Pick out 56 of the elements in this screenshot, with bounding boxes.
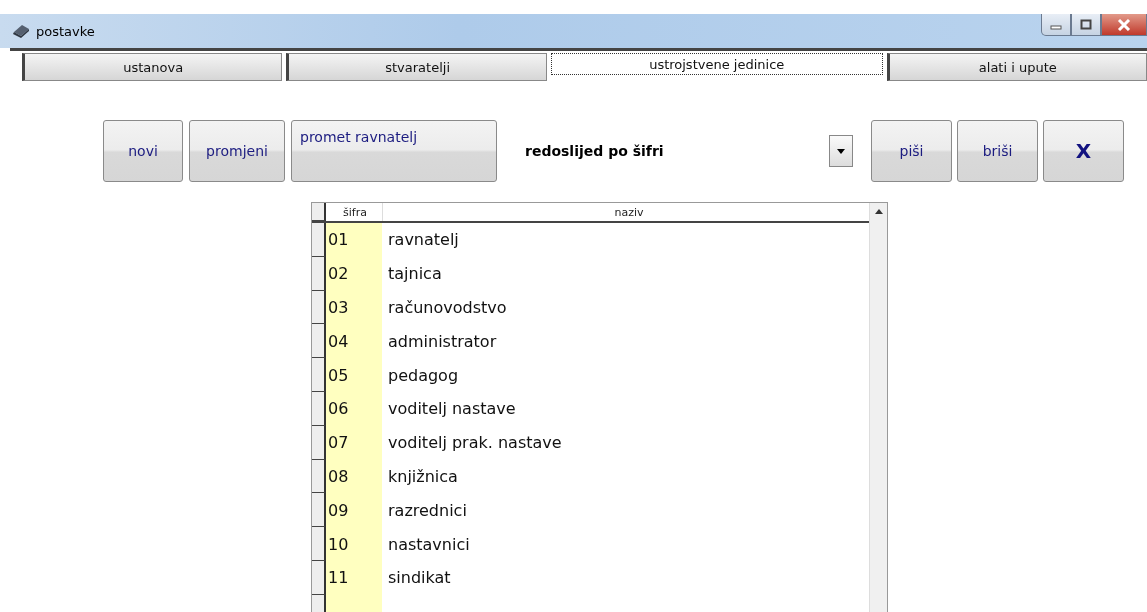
table-cell-text: računovodstvo <box>387 297 508 319</box>
dropdown-button[interactable] <box>829 135 853 167</box>
toolbar-button[interactable]: briši <box>957 120 1038 182</box>
header-corner <box>312 203 326 221</box>
row-selector[interactable] <box>312 358 326 392</box>
table-cell-text: tajnica <box>387 263 443 286</box>
row-selector[interactable] <box>312 290 326 325</box>
caret-icon <box>837 148 845 154</box>
table-cell: 10 <box>326 527 382 561</box>
sort-field[interactable]: redoslijed po šifri <box>525 143 829 159</box>
table-cell-text: knjižnica <box>387 465 459 488</box>
table-cell: 02 <box>326 256 382 291</box>
row-selector[interactable] <box>312 256 326 291</box>
table-cell-text: voditelj nastave <box>387 398 517 421</box>
row-selector[interactable] <box>312 493 326 528</box>
toolbar-button[interactable]: novi <box>103 120 183 182</box>
table-cell: 08 <box>326 459 382 494</box>
toolbar-button[interactable]: X <box>1043 120 1124 182</box>
table-cell: 07 <box>326 425 382 460</box>
table-cell: 09 <box>326 493 382 528</box>
row-selector[interactable] <box>312 392 326 426</box>
row-selector[interactable] <box>312 324 326 359</box>
tab[interactable]: stvaratelji <box>286 53 547 81</box>
window-title: postavke <box>36 23 95 39</box>
tab[interactable]: ustanova <box>22 53 283 81</box>
table-cell-text: razrednici <box>387 499 468 522</box>
table-cell-text: pedagog <box>387 364 460 387</box>
tab[interactable]: ustrojstvene jedinice <box>550 53 883 75</box>
maximize-icon <box>1080 19 1092 30</box>
close-button[interactable] <box>1101 14 1147 36</box>
toolbar-button[interactable]: promjeni <box>189 120 285 182</box>
table-cell: 01 <box>326 223 382 257</box>
table-cell: 06 <box>326 392 382 426</box>
table-cell-text: voditelj prak. nastave <box>387 432 563 455</box>
toolbar-button[interactable]: promet ravnatelj <box>291 120 497 182</box>
minimize-button[interactable] <box>1041 14 1071 36</box>
close-icon <box>1117 18 1131 31</box>
row-selector[interactable] <box>312 560 326 595</box>
table-cell: 04 <box>326 324 382 359</box>
table-cell: 11 <box>326 560 382 595</box>
row-selector[interactable] <box>312 527 326 561</box>
toolbar-button[interactable]: piši <box>871 120 952 182</box>
row-selector[interactable] <box>312 425 326 460</box>
table-cell-text: sindikat <box>387 567 452 590</box>
scrollbar[interactable] <box>869 203 887 612</box>
table-cell-text: nastavnici <box>387 533 471 556</box>
table-cell-text: ravnatelj <box>387 229 460 252</box>
tab[interactable]: alati i upute <box>886 53 1147 81</box>
row-selector[interactable] <box>312 223 326 257</box>
table-cell-text: administrator <box>387 330 498 353</box>
row-selector[interactable] <box>312 459 326 494</box>
maximize-button[interactable] <box>1071 14 1101 36</box>
scroll-up-icon <box>874 209 883 214</box>
book-icon <box>12 23 30 39</box>
table-cell: 05 <box>326 358 382 392</box>
table-cell: 03 <box>326 290 382 325</box>
